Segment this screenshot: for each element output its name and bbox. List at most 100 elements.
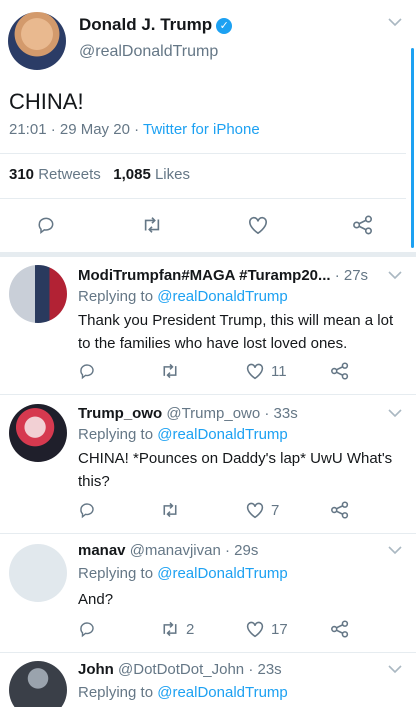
reply-text: Thank you President Trump, this will mea… <box>78 312 394 352</box>
author-handle[interactable]: @realDonaldTrump <box>79 43 218 61</box>
reply-author-name[interactable]: John <box>78 661 114 678</box>
reply-tweet[interactable]: Trump_owo @Trump_owo · 33s Replying to @… <box>0 395 416 533</box>
reply-time: · 23s <box>248 661 282 678</box>
share-icon <box>331 501 349 519</box>
chevron-down-icon[interactable] <box>388 271 402 280</box>
retweet-icon <box>163 502 177 518</box>
reply-button[interactable] <box>78 501 96 519</box>
reply-author-name[interactable]: ModiTrumpfan#MAGA #Turamp20... <box>78 267 331 284</box>
reply-icon <box>80 364 94 380</box>
scrollbar[interactable] <box>411 48 414 248</box>
reply-actions: 11 <box>0 360 416 388</box>
tweet-source[interactable]: Twitter for iPhone <box>143 121 260 138</box>
avatar[interactable] <box>9 544 67 602</box>
author-name-text: Donald J. Trump <box>79 15 213 34</box>
reply-author-name[interactable]: Trump_owo <box>78 405 162 422</box>
like-button[interactable]: 11 <box>245 362 287 380</box>
reply-button[interactable] <box>36 215 56 235</box>
reply-author-name[interactable]: manav <box>78 542 126 559</box>
replying-prefix: Replying to <box>78 288 158 305</box>
tweet-stats: 310 Retweets 1,085 Likes <box>9 166 190 183</box>
reply-header: ModiTrumpfan#MAGA #Turamp20... · 27s <box>78 267 368 284</box>
reply-text: CHINA! *Pounces on Daddy's lap* UwU What… <box>78 450 393 490</box>
retweet-button[interactable] <box>160 362 186 380</box>
retweet-count: 2 <box>186 620 195 638</box>
reply-handle[interactable]: @Trump_owo <box>166 405 260 422</box>
reply-text: And? <box>78 591 114 608</box>
avatar[interactable] <box>9 265 67 323</box>
share-icon <box>331 620 349 638</box>
heart-icon <box>249 216 267 235</box>
reply-icon <box>80 503 94 519</box>
like-button[interactable] <box>247 215 269 235</box>
avatar[interactable] <box>9 404 67 462</box>
like-count: 11 <box>271 362 287 380</box>
share-icon <box>353 215 372 235</box>
avatar[interactable] <box>8 12 66 70</box>
reply-time: · 29s <box>224 542 259 559</box>
replying-prefix: Replying to <box>78 565 158 582</box>
replying-to: Replying to @realDonaldTrump <box>78 565 288 582</box>
share-button[interactable] <box>330 362 350 380</box>
retweets-stat[interactable]: 310 Retweets <box>9 166 101 183</box>
likes-stat[interactable]: 1,085 Likes <box>113 166 190 183</box>
avatar[interactable] <box>9 661 67 707</box>
tweet-actions <box>0 205 416 245</box>
retweet-button[interactable] <box>160 501 186 519</box>
retweet-button[interactable] <box>141 215 163 235</box>
retweet-icon <box>163 621 177 637</box>
retweet-icon <box>144 217 160 233</box>
replying-to-handle[interactable]: @realDonaldTrump <box>157 565 288 582</box>
reply-actions: 7 <box>0 499 416 527</box>
chevron-down-icon[interactable] <box>388 18 402 27</box>
replying-prefix: Replying to <box>78 426 158 443</box>
replying-prefix: Replying to <box>78 684 158 701</box>
reply-time: · 27s <box>334 267 369 284</box>
retweets-count: 310 <box>9 166 35 183</box>
chevron-down-icon[interactable] <box>388 665 402 674</box>
divider <box>0 153 406 154</box>
heart-icon <box>246 363 264 380</box>
like-count: 17 <box>271 620 288 638</box>
reply-header: manav @manavjivan · 29s <box>78 542 258 559</box>
replying-to: Replying to @realDonaldTrump <box>78 684 288 701</box>
reply-tweet[interactable]: manav @manavjivan · 29s Replying to @rea… <box>0 534 416 652</box>
meta-dot: · <box>129 121 143 138</box>
reply-button[interactable] <box>78 620 96 638</box>
reply-actions: 2 17 <box>0 618 416 646</box>
likes-label: Likes <box>154 166 190 183</box>
replying-to: Replying to @realDonaldTrump <box>78 426 288 443</box>
replying-to-handle[interactable]: @realDonaldTrump <box>157 426 288 443</box>
retweet-button[interactable]: 2 <box>160 620 194 638</box>
author-name[interactable]: Donald J. Trump ✓ <box>79 15 233 35</box>
replying-to-handle[interactable]: @realDonaldTrump <box>157 684 288 701</box>
reply-icon <box>80 622 94 638</box>
reply-time: · 33s <box>264 405 298 422</box>
share-button[interactable] <box>330 620 350 638</box>
tweet-time[interactable]: 21:01 · 29 May 20 <box>9 121 130 138</box>
tweet-meta: 21:01 · 29 May 20 · Twitter for iPhone <box>9 121 260 138</box>
retweets-label: Retweets <box>38 166 101 183</box>
like-count: 7 <box>271 501 280 519</box>
heart-icon <box>246 621 264 638</box>
reply-tweet[interactable]: ModiTrumpfan#MAGA #Turamp20... · 27s Rep… <box>0 257 416 394</box>
retweet-icon <box>163 363 177 379</box>
reply-button[interactable] <box>78 362 96 380</box>
reply-header: Trump_owo @Trump_owo · 33s <box>78 405 298 422</box>
divider <box>0 198 406 199</box>
share-button[interactable] <box>330 501 350 519</box>
reply-handle[interactable]: @DotDotDot_John <box>118 661 244 678</box>
like-button[interactable]: 17 <box>245 620 288 638</box>
reply-handle[interactable]: @manavjivan <box>130 542 221 559</box>
like-button[interactable]: 7 <box>245 501 279 519</box>
chevron-down-icon[interactable] <box>388 546 402 555</box>
verified-badge-icon: ✓ <box>216 18 233 34</box>
chevron-down-icon[interactable] <box>388 409 402 418</box>
tweet-text: CHINA! <box>9 89 84 114</box>
reply-tweet[interactable]: John @DotDotDot_John · 23s Replying to @… <box>0 653 416 707</box>
share-button[interactable] <box>352 215 374 235</box>
main-tweet: Donald J. Trump ✓ @realDonaldTrump CHINA!… <box>0 0 416 252</box>
replying-to-handle[interactable]: @realDonaldTrump <box>157 288 288 305</box>
share-icon <box>331 362 349 380</box>
likes-count: 1,085 <box>113 166 151 183</box>
